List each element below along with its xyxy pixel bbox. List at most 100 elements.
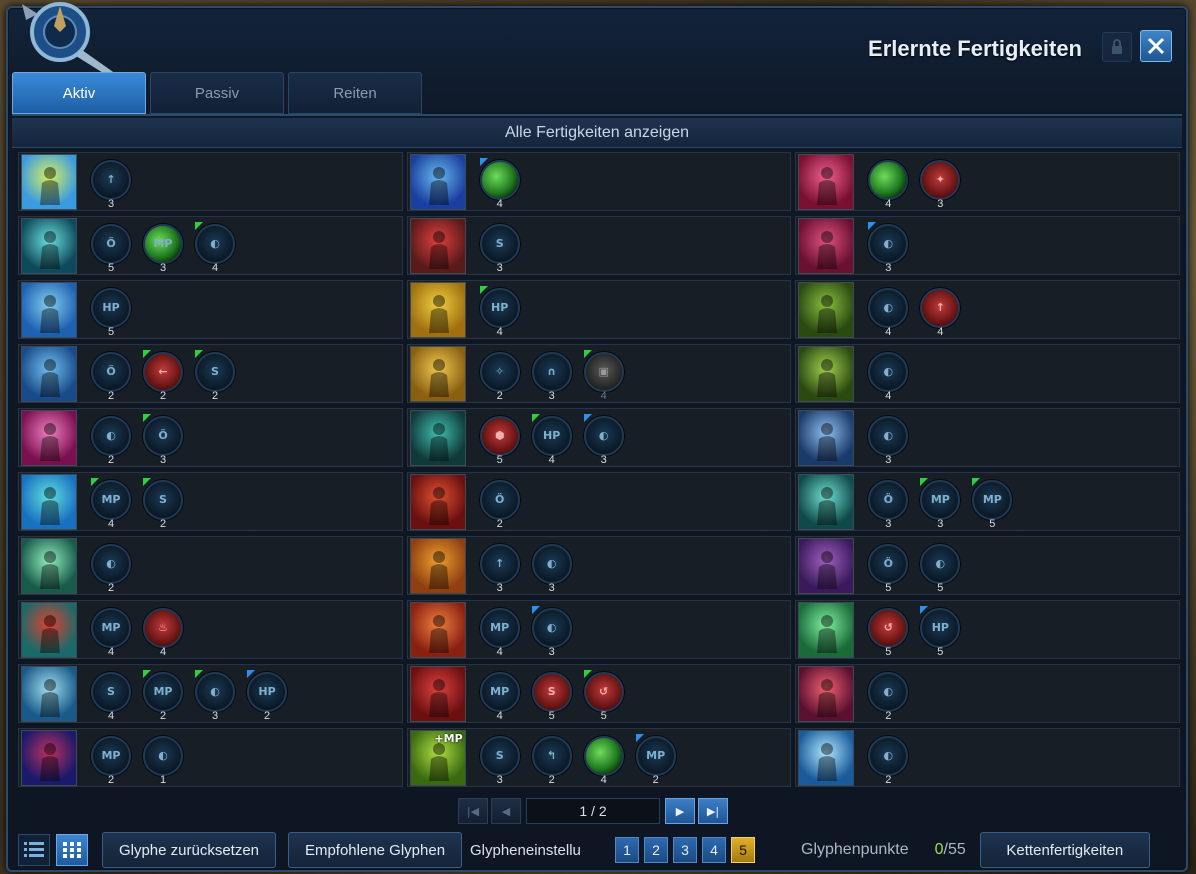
- pink-pillar-icon[interactable]: [21, 409, 77, 466]
- glyph-slot[interactable]: S5: [530, 668, 574, 722]
- glyph-slot[interactable]: ◐ 2: [89, 412, 133, 466]
- glyph-slot[interactable]: ◐ 3: [866, 412, 910, 466]
- list-view-button[interactable]: [18, 834, 50, 866]
- glyph-slot[interactable]: ← 2: [141, 348, 185, 402]
- glyph-slot[interactable]: S2: [141, 476, 185, 530]
- glyph-slot[interactable]: Ö2: [89, 348, 133, 402]
- glyph-slot[interactable]: MP 5: [970, 476, 1014, 530]
- lightning-burst-icon[interactable]: [21, 153, 77, 210]
- mp-runner-icon[interactable]: +MP: [409, 729, 466, 786]
- glyph-slot[interactable]: 4: [478, 156, 522, 210]
- tab-passiv[interactable]: Passiv: [150, 72, 284, 114]
- earth-guard-icon[interactable]: [798, 281, 855, 338]
- shadow-pair-icon[interactable]: [21, 729, 77, 786]
- glyph-slot[interactable]: ◐ 4: [866, 348, 910, 402]
- glyph-slot[interactable]: ◐ 2: [866, 732, 910, 786]
- glyph-slot[interactable]: ∩ 3: [530, 348, 574, 402]
- glyph-set-1[interactable]: 1: [615, 837, 639, 863]
- glyph-slot[interactable]: Ö3: [866, 476, 910, 530]
- phoenix-crest-icon[interactable]: [21, 665, 77, 722]
- reset-glyphs-button[interactable]: Glyphe zurücksetzen: [102, 832, 276, 868]
- glyph-slot[interactable]: ◐ 3: [530, 540, 574, 594]
- nature-warrior-icon[interactable]: [798, 345, 855, 402]
- green-swirl-icon[interactable]: [798, 601, 855, 658]
- glyph-set-5[interactable]: 5: [731, 837, 755, 863]
- show-all-skills-button[interactable]: Alle Fertigkeiten anzeigen: [12, 118, 1182, 148]
- glyph-slot[interactable]: MP 2: [89, 732, 133, 786]
- glyph-slot[interactable]: S3: [478, 732, 522, 786]
- glyph-slot[interactable]: S2: [193, 348, 237, 402]
- glyph-slot[interactable]: ◐ 4: [193, 220, 237, 274]
- glyph-slot[interactable]: S4: [89, 668, 133, 722]
- glyph-slot[interactable]: ◐ 5: [918, 540, 962, 594]
- glyph-slot[interactable]: HP 5: [918, 604, 962, 658]
- glyph-set-4[interactable]: 4: [702, 837, 726, 863]
- glyph-slot[interactable]: MP 3: [918, 476, 962, 530]
- glyph-slot[interactable]: MP 2: [141, 668, 185, 722]
- crimson-strike-icon[interactable]: [798, 217, 855, 274]
- first-page-button[interactable]: |◀: [458, 798, 488, 824]
- glyph-slot[interactable]: MP 3: [141, 220, 185, 274]
- glyph-slot[interactable]: ◐ 3: [530, 604, 574, 658]
- glyph-slot[interactable]: HP 4: [530, 412, 574, 466]
- glyph-slot[interactable]: MP 2: [634, 732, 678, 786]
- next-page-button[interactable]: ▶: [665, 798, 695, 824]
- glyph-slot[interactable]: Ö5: [89, 220, 133, 274]
- glyph-slot[interactable]: HP 4: [478, 284, 522, 338]
- grid-view-button[interactable]: [56, 834, 88, 866]
- glyph-slot[interactable]: ↺ 5: [866, 604, 910, 658]
- glyph-slot[interactable]: ♨ 4: [141, 604, 185, 658]
- blood-leap-icon[interactable]: [409, 665, 466, 722]
- lock-button[interactable]: [1102, 32, 1132, 62]
- glyph-slot[interactable]: ✧ 2: [478, 348, 522, 402]
- chain-skills-button[interactable]: Kettenfertigkeiten: [979, 832, 1150, 868]
- glyph-set-3[interactable]: 3: [673, 837, 697, 863]
- glyph-slot[interactable]: ↑ 3: [89, 156, 133, 210]
- glyph-slot[interactable]: MP 4: [89, 604, 133, 658]
- flame-knockback-icon[interactable]: [409, 537, 466, 594]
- glyph-slot[interactable]: Ö3: [141, 412, 185, 466]
- glyph-slot[interactable]: MP 4: [89, 476, 133, 530]
- glyph-slot[interactable]: ◐ 3: [193, 668, 237, 722]
- shield-sigil-icon[interactable]: [21, 345, 77, 402]
- glyph-slot[interactable]: MP 4: [478, 668, 522, 722]
- glyph-slot[interactable]: ◐ 1: [141, 732, 185, 786]
- glyph-slot[interactable]: ◐ 2: [89, 540, 133, 594]
- tab-reiten[interactable]: Reiten: [288, 72, 422, 114]
- glyph-slot[interactable]: ↑ 3: [478, 540, 522, 594]
- glyph-slot[interactable]: ✦ 3: [918, 156, 962, 210]
- shadow-gate-icon[interactable]: [409, 409, 466, 466]
- glyph-slot[interactable]: Ö2: [478, 476, 522, 530]
- target-mark-icon[interactable]: [409, 217, 466, 274]
- prev-page-button[interactable]: ◀: [491, 798, 521, 824]
- glyph-slot[interactable]: ◐ 3: [582, 412, 626, 466]
- spirit-aura-icon[interactable]: [21, 217, 77, 274]
- glyph-slot[interactable]: ◐ 2: [866, 668, 910, 722]
- meteor-rain-icon[interactable]: [798, 153, 855, 210]
- glyph-slot[interactable]: 4: [582, 732, 626, 786]
- blast-spark-icon[interactable]: [21, 601, 77, 658]
- golden-trio-icon[interactable]: [409, 345, 466, 402]
- glyph-slot[interactable]: HP 5: [89, 284, 133, 338]
- glyph-slot[interactable]: ◐ 3: [866, 220, 910, 274]
- tab-aktiv[interactable]: Aktiv: [12, 72, 146, 114]
- last-page-button[interactable]: ▶|: [698, 798, 728, 824]
- glyph-slot[interactable]: Ö5: [866, 540, 910, 594]
- golden-body-icon[interactable]: [409, 281, 466, 338]
- water-palm-icon[interactable]: [21, 281, 77, 338]
- glyph-set-2[interactable]: 2: [644, 837, 668, 863]
- glyph-slot[interactable]: ↰ 2: [530, 732, 574, 786]
- glyph-slot[interactable]: ↑ 4: [918, 284, 962, 338]
- fire-dash-icon[interactable]: [409, 473, 466, 530]
- explosion-icon[interactable]: [409, 601, 466, 658]
- glyph-slot[interactable]: ▣ 4: [582, 348, 626, 402]
- close-button[interactable]: [1140, 30, 1172, 62]
- glyph-slot[interactable]: S3: [478, 220, 522, 274]
- sleep-icon[interactable]: [798, 409, 855, 466]
- chain-grasp-icon[interactable]: [798, 473, 855, 530]
- recommended-glyphs-button[interactable]: Empfohlene Glyphen: [288, 832, 462, 868]
- glyph-slot[interactable]: ↺ 5: [582, 668, 626, 722]
- glyph-slot[interactable]: ◐ 4: [866, 284, 910, 338]
- healing-group-icon[interactable]: [21, 537, 77, 594]
- glyph-slot[interactable]: ⬢ 5: [478, 412, 522, 466]
